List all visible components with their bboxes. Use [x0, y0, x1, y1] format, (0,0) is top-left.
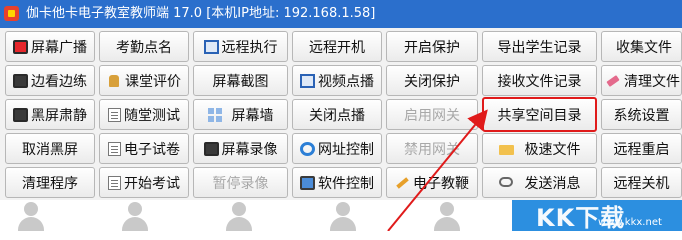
title-bar: 伽卡他卡电子教室教师端 17.0 [本机IP地址: 192.168.1.58] [0, 0, 682, 28]
command-toolbar: 屏幕广播 考勤点名 远程执行 远程开机 开启保护 导出学生记录 收集文件 边看边… [0, 28, 682, 200]
class-evaluation-button[interactable]: 课堂评价 [99, 65, 189, 96]
watermark-site: www.kkx.net [598, 217, 662, 228]
monitor-dark-icon [13, 73, 28, 88]
remote-shutdown-button[interactable]: 远程关机 [601, 167, 682, 198]
document-icon [108, 175, 121, 190]
black-screen-button[interactable]: 黑屏肃静 [5, 99, 95, 130]
pause-recording-button[interactable]: 暂停录像 [193, 167, 288, 198]
enable-gateway-button[interactable]: 启用网关 [386, 99, 478, 130]
student-avatar-icon[interactable] [224, 202, 254, 231]
student-avatar-icon[interactable] [120, 202, 150, 231]
monitor-dark-icon [13, 107, 28, 122]
attendance-button[interactable]: 考勤点名 [99, 31, 189, 62]
screen-broadcast-button[interactable]: 屏幕广播 [5, 31, 95, 62]
screen-wall-button[interactable]: 屏幕墙 [193, 99, 288, 130]
remote-restart-button[interactable]: 远程重启 [601, 133, 682, 164]
start-exam-button[interactable]: 开始考试 [99, 167, 189, 198]
electronic-pointer-button[interactable]: 电子教鞭 [386, 167, 478, 198]
student-avatar-icon[interactable] [328, 202, 358, 231]
electronic-exam-paper-button[interactable]: 电子试卷 [99, 133, 189, 164]
monitor-red-icon [13, 39, 28, 54]
monitor-dark-icon [203, 141, 219, 156]
terminal-icon [203, 39, 219, 54]
video-on-demand-button[interactable]: 视频点播 [292, 65, 382, 96]
ie-browser-icon [300, 141, 315, 156]
screenshot-button[interactable]: 屏幕截图 [193, 65, 288, 96]
disable-gateway-button[interactable]: 禁用网关 [386, 133, 478, 164]
collect-files-button[interactable]: 收集文件 [601, 31, 682, 62]
video-icon [300, 73, 315, 88]
system-settings-button[interactable]: 系统设置 [601, 99, 682, 130]
grid-icon [207, 107, 223, 122]
software-control-icon [300, 175, 315, 190]
screen-recording-button[interactable]: 屏幕录像 [193, 133, 288, 164]
remote-power-on-button[interactable]: 远程开机 [292, 31, 382, 62]
enable-protection-button[interactable]: 开启保护 [386, 31, 478, 62]
url-control-button[interactable]: 网址控制 [292, 133, 382, 164]
quiz-button[interactable]: 随堂测试 [99, 99, 189, 130]
export-student-records-button[interactable]: 导出学生记录 [482, 31, 597, 62]
disable-protection-button[interactable]: 关闭保护 [386, 65, 478, 96]
chat-bubble-icon [498, 176, 514, 190]
student-avatar-icon[interactable] [16, 202, 46, 231]
watch-and-practice-button[interactable]: 边看边练 [5, 65, 95, 96]
stop-vod-button[interactable]: 关闭点播 [292, 99, 382, 130]
received-files-record-button[interactable]: 接收文件记录 [482, 65, 597, 96]
document-icon [108, 107, 121, 122]
eraser-icon [606, 74, 621, 88]
clean-files-button[interactable]: 清理文件 [601, 65, 682, 96]
cancel-black-screen-button[interactable]: 取消黑屏 [5, 133, 95, 164]
shared-space-directory-button[interactable]: 共享空间目录 [482, 97, 597, 132]
remote-execute-button[interactable]: 远程执行 [193, 31, 288, 62]
student-avatar-icon[interactable] [432, 202, 462, 231]
window-title: 伽卡他卡电子教室教师端 17.0 [本机IP地址: 192.168.1.58] [26, 6, 376, 21]
fast-file-button[interactable]: 极速文件 [482, 133, 597, 164]
document-icon [108, 141, 121, 156]
pencil-icon [395, 176, 410, 190]
folder-icon [498, 142, 514, 156]
app-logo-icon [4, 6, 19, 21]
software-control-button[interactable]: 软件控制 [292, 167, 382, 198]
send-message-button[interactable]: 发送消息 [482, 167, 597, 198]
clean-programs-button[interactable]: 清理程序 [5, 167, 95, 198]
thumbs-up-icon [107, 74, 122, 88]
